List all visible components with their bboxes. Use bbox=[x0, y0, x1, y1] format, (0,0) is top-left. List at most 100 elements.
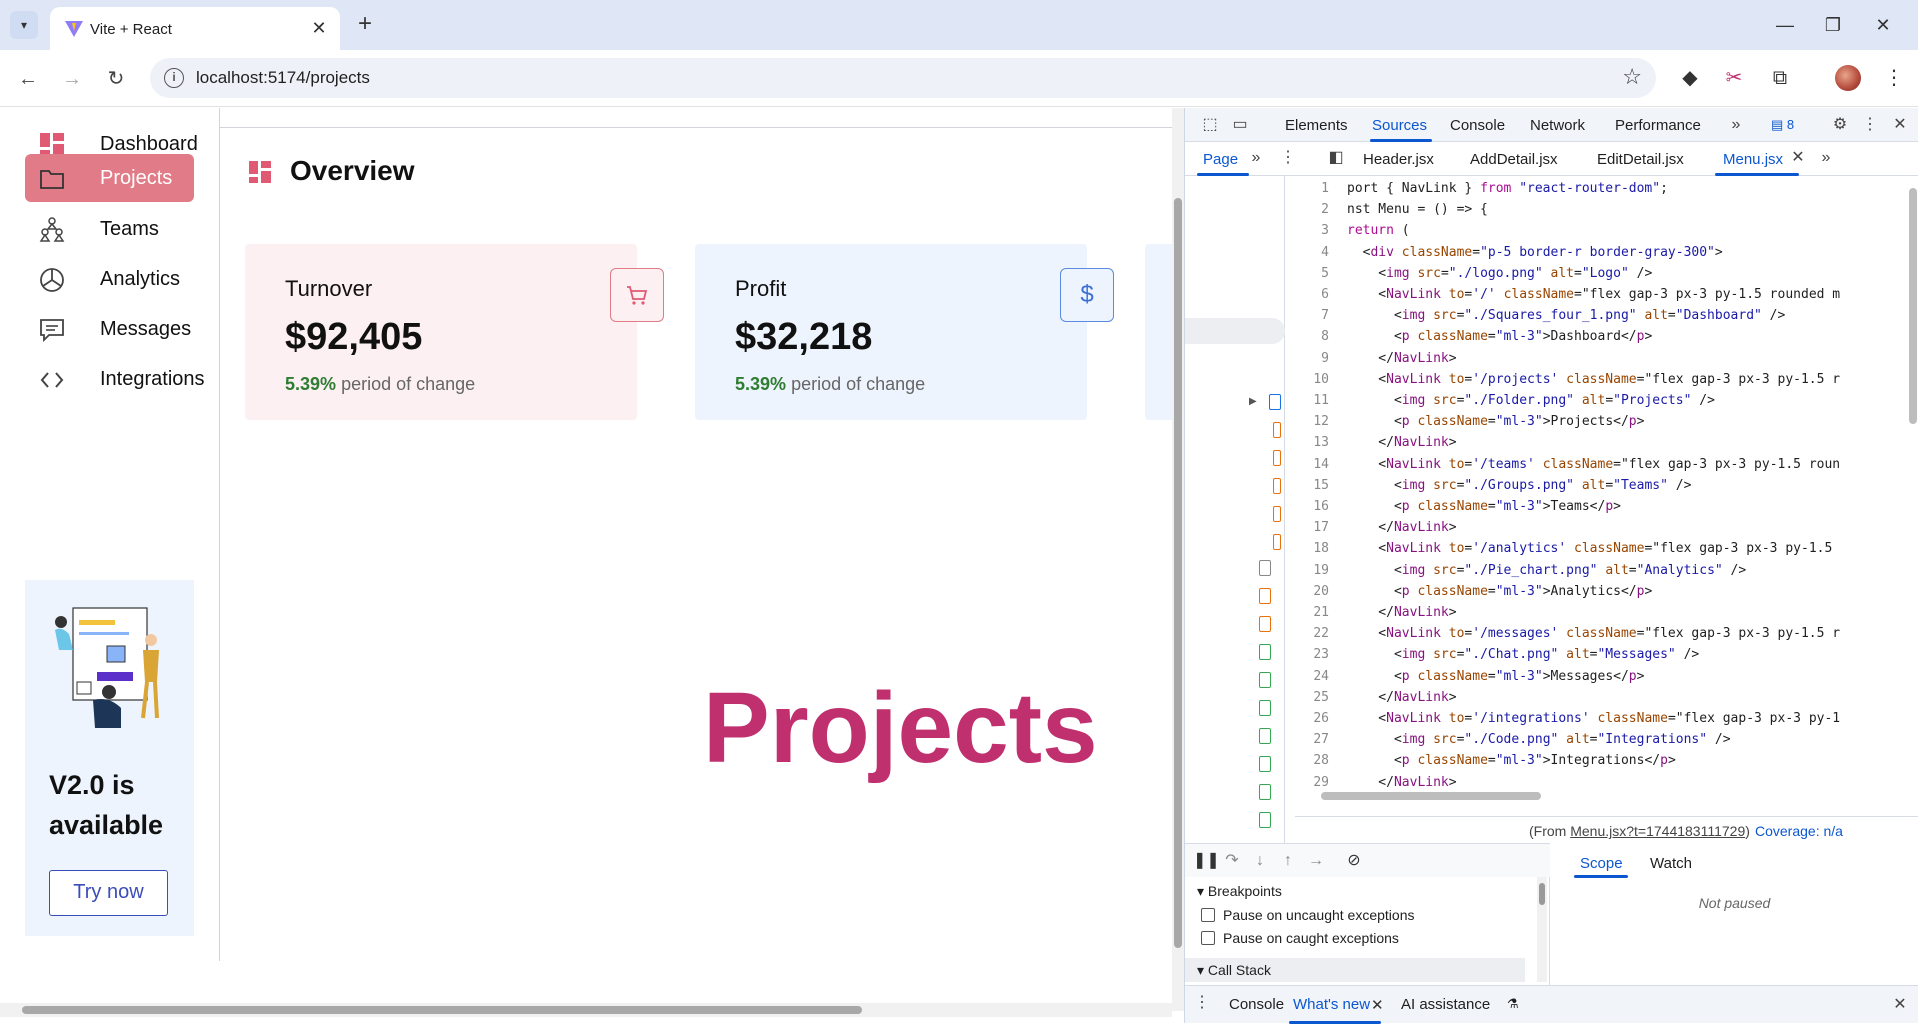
devtools-menu-icon[interactable]: ⋮ bbox=[1859, 114, 1881, 136]
code-line[interactable]: 3 return ( bbox=[1295, 220, 1905, 241]
tab-elements[interactable]: Elements bbox=[1285, 117, 1348, 134]
extension-tool-icon[interactable]: ✂ bbox=[1720, 64, 1748, 92]
navigator-tab-page[interactable]: Page bbox=[1203, 151, 1238, 168]
file-node-icon[interactable] bbox=[1259, 560, 1271, 576]
code-line[interactable]: 18 <NavLink to='/analytics' className="f… bbox=[1295, 538, 1905, 559]
line-number[interactable]: 23 bbox=[1295, 644, 1329, 665]
code-line[interactable]: 16 <p className="ml-3">Teams</p> bbox=[1295, 496, 1905, 517]
line-number[interactable]: 2 bbox=[1295, 199, 1329, 220]
pause-caught-checkbox[interactable] bbox=[1201, 931, 1215, 945]
line-number[interactable]: 19 bbox=[1295, 560, 1329, 581]
device-toolbar-icon[interactable]: ▭ bbox=[1229, 114, 1251, 136]
code-editor[interactable]: 2 9 </NavLink> 28 <p className="ml-3">Inte… bbox=[1295, 176, 1918, 843]
code-line[interactable]: 2 nst Menu = () => { bbox=[1295, 199, 1905, 220]
line-number[interactable]: 16 bbox=[1295, 496, 1329, 517]
code-line[interactable]: 9 </NavLink> bbox=[1295, 348, 1905, 369]
code-line[interactable]: 10 <NavLink to='/projects' className="fl… bbox=[1295, 369, 1905, 390]
code-line[interactable]: 24 <p className="ml-3">Messages</p> bbox=[1295, 666, 1905, 687]
code-line[interactable]: 20 <p className="ml-3">Analytics</p> bbox=[1295, 581, 1905, 602]
tab-sources[interactable]: Sources bbox=[1372, 117, 1427, 134]
inspect-element-icon[interactable]: ⬚ bbox=[1199, 114, 1221, 136]
sidebar-item-projects[interactable]: Projects bbox=[25, 154, 194, 202]
file-tab-adddetail[interactable]: AddDetail.jsx bbox=[1470, 151, 1558, 168]
issues-badge[interactable]: ▤ 8 bbox=[1771, 117, 1794, 133]
tab-console[interactable]: Console bbox=[1450, 117, 1505, 134]
dollar-button[interactable]: $ bbox=[1060, 268, 1114, 322]
file-node-icon[interactable] bbox=[1259, 616, 1271, 632]
step-out-icon[interactable]: ↑ bbox=[1277, 850, 1299, 872]
page-vertical-scrollbar[interactable] bbox=[1172, 108, 1184, 1011]
line-number[interactable]: 10 bbox=[1295, 369, 1329, 390]
scrollbar-thumb[interactable] bbox=[22, 1006, 862, 1014]
line-number[interactable]: 4 bbox=[1295, 242, 1329, 263]
source-origin-link[interactable]: Menu.jsx?t=1744183111729 bbox=[1570, 823, 1745, 839]
line-number[interactable]: 21 bbox=[1295, 602, 1329, 623]
code-line[interactable]: 11 <img src="./Folder.png" alt="Projects… bbox=[1295, 390, 1905, 411]
expand-arrow-icon[interactable]: ▶ bbox=[1249, 396, 1257, 407]
line-number[interactable]: 3 bbox=[1295, 220, 1329, 241]
pause-uncaught-checkbox[interactable] bbox=[1201, 908, 1215, 922]
file-tab-header[interactable]: Header.jsx bbox=[1363, 151, 1434, 168]
file-node-icon[interactable] bbox=[1259, 784, 1271, 800]
code-line[interactable]: 21 </NavLink> bbox=[1295, 602, 1905, 623]
cart-button[interactable] bbox=[610, 268, 664, 322]
step-into-icon[interactable]: ↓ bbox=[1249, 850, 1271, 872]
settings-gear-icon[interactable]: ⚙ bbox=[1829, 114, 1851, 136]
file-tab-menu[interactable]: Menu.jsx bbox=[1723, 151, 1783, 168]
sidebar-item-integrations[interactable]: Integrations bbox=[25, 355, 205, 403]
breakpoints-scrollbar[interactable] bbox=[1537, 877, 1547, 982]
page-horizontal-scrollbar[interactable] bbox=[0, 1003, 1172, 1017]
close-drawer-icon[interactable]: ✕ bbox=[1889, 994, 1911, 1016]
navigator-menu-icon[interactable]: ⋮ bbox=[1277, 147, 1299, 169]
line-number[interactable]: 20 bbox=[1295, 581, 1329, 602]
line-number[interactable]: 6 bbox=[1295, 284, 1329, 305]
code-line[interactable]: 13 </NavLink> bbox=[1295, 432, 1905, 453]
line-number[interactable]: 17 bbox=[1295, 517, 1329, 538]
editor-horizontal-scrollbar[interactable] bbox=[1295, 788, 1905, 802]
site-info-icon[interactable]: i bbox=[164, 68, 184, 88]
sidebar-item-teams[interactable]: Teams bbox=[25, 205, 194, 253]
forward-icon[interactable]: → bbox=[58, 65, 86, 93]
url-text[interactable]: localhost:5174/projects bbox=[196, 68, 370, 88]
close-window-icon[interactable]: ✕ bbox=[1868, 12, 1898, 38]
line-number[interactable]: 13 bbox=[1295, 432, 1329, 453]
step-over-icon[interactable]: ↷ bbox=[1221, 850, 1243, 872]
more-tabs-icon[interactable]: » bbox=[1725, 114, 1747, 136]
code-line[interactable]: 25 </NavLink> bbox=[1295, 687, 1905, 708]
new-tab-button[interactable]: + bbox=[352, 12, 378, 38]
file-node-icon[interactable] bbox=[1273, 478, 1281, 494]
folder-node-icon[interactable] bbox=[1269, 394, 1281, 410]
file-node-icon[interactable] bbox=[1259, 588, 1271, 604]
file-node-icon[interactable] bbox=[1259, 728, 1271, 744]
line-number[interactable]: 8 bbox=[1295, 326, 1329, 347]
line-number[interactable]: 27 bbox=[1295, 729, 1329, 750]
profile-avatar[interactable] bbox=[1835, 65, 1861, 91]
pause-icon[interactable]: ❚❚ bbox=[1193, 850, 1220, 872]
file-node-icon[interactable] bbox=[1259, 644, 1271, 660]
deactivate-breakpoints-icon[interactable]: ⊘ bbox=[1343, 850, 1365, 872]
code-line[interactable]: 19 <img src="./Pie_chart.png" alt="Analy… bbox=[1295, 560, 1905, 581]
browser-tab[interactable]: Vite + React ✕ bbox=[50, 7, 340, 50]
browser-menu-icon[interactable]: ⋮ bbox=[1880, 64, 1908, 92]
tab-search-button[interactable]: ▾ bbox=[10, 11, 38, 39]
tab-watch[interactable]: Watch bbox=[1650, 855, 1692, 872]
close-whats-new-icon[interactable]: ✕ bbox=[1371, 996, 1384, 1014]
close-file-icon[interactable]: ✕ bbox=[1787, 147, 1809, 169]
file-node-icon[interactable] bbox=[1259, 700, 1271, 716]
scrollbar-thumb[interactable] bbox=[1539, 883, 1545, 905]
file-tab-editdetail[interactable]: EditDetail.jsx bbox=[1597, 151, 1684, 168]
code-line[interactable]: 26 <NavLink to='/integrations' className… bbox=[1295, 708, 1905, 729]
code-line[interactable]: 17 </NavLink> bbox=[1295, 517, 1905, 538]
line-number[interactable]: 28 bbox=[1295, 750, 1329, 771]
toggle-navigator-icon[interactable]: ◧ bbox=[1325, 147, 1347, 169]
line-number[interactable]: 11 bbox=[1295, 390, 1329, 411]
extension-bird-icon[interactable]: ◆ bbox=[1676, 64, 1704, 92]
try-now-button[interactable]: Try now bbox=[49, 870, 168, 916]
line-number[interactable]: 24 bbox=[1295, 666, 1329, 687]
code-line[interactable]: 7 <img src="./Squares_four_1.png" alt="D… bbox=[1295, 305, 1905, 326]
code-line[interactable]: 4 <div className="p-5 border-r border-gr… bbox=[1295, 242, 1905, 263]
breakpoints-header[interactable]: ▾ Breakpoints bbox=[1197, 883, 1282, 900]
coverage-status[interactable]: Coverage: n/a bbox=[1755, 823, 1843, 839]
drawer-tab-console[interactable]: Console bbox=[1229, 996, 1284, 1013]
drawer-menu-icon[interactable]: ⋮ bbox=[1191, 992, 1213, 1014]
